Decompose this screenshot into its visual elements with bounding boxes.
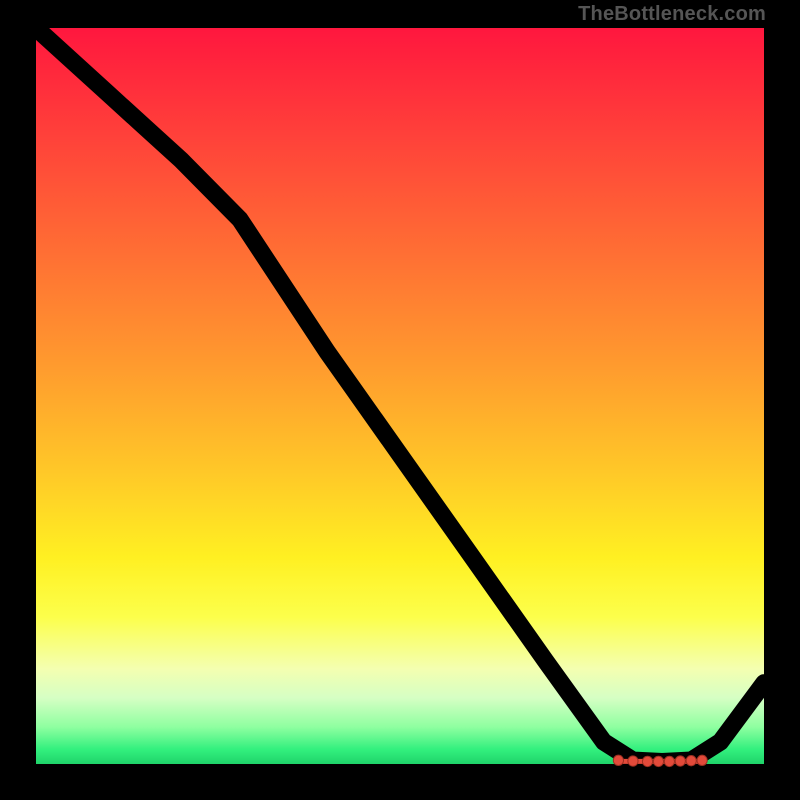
plot-area bbox=[36, 28, 764, 764]
chart-frame: TheBottleneck.com bbox=[0, 0, 800, 800]
bottleneck-curve bbox=[36, 28, 764, 762]
watermark-text: TheBottleneck.com bbox=[578, 3, 766, 26]
plot-svg bbox=[36, 28, 764, 764]
